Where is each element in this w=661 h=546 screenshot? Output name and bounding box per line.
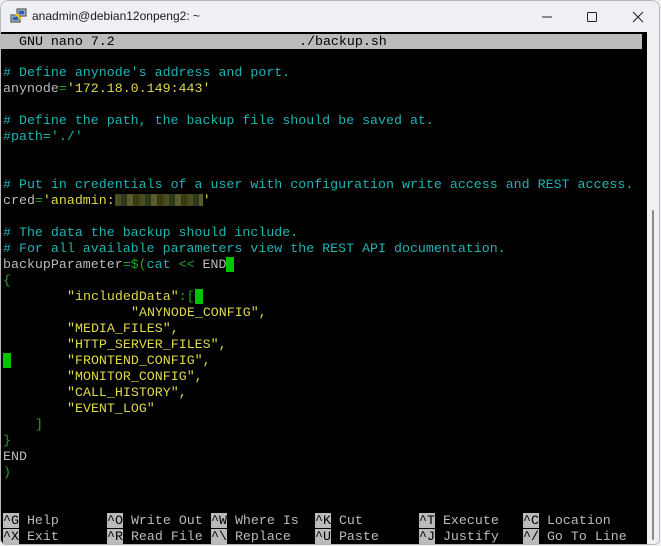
shortcut-key: ^O [107,513,123,528]
shortcut-cut[interactable]: ^K Cut [315,513,363,529]
shortcut-key: ^G [3,513,19,528]
string-value: ' [202,193,211,208]
minimize-icon [542,16,552,17]
code-line-comment: # The data the backup should include. [3,225,299,240]
whitespace-marker [3,353,11,368]
shortcut-help[interactable]: ^G Help [3,513,59,529]
shortcut-key: ^\ [211,529,227,544]
terminal-window: anadmin@debian12onpeng2: ~ GNU nano 7.2.… [0,0,660,545]
maximize-icon [587,11,597,22]
string-value: '172.18.0.149:443' [66,81,211,96]
json-key: "includedData" [67,289,179,304]
shortcut-replace[interactable]: ^\ Replace [211,529,291,544]
code-line-close-brace: } [3,433,11,448]
nano-version: GNU nano 7.2 [19,34,115,49]
list-item: "EVENT_LOG" [67,401,155,416]
string-value: 'anadmin: [42,193,115,208]
shortcut-label: Replace [234,529,291,544]
shortcut-where-is[interactable]: ^W Where Is [211,513,299,529]
shortcut-key: ^R [107,529,123,544]
code-line-open-brace: { [3,273,11,288]
shortcut-read-file[interactable]: ^R Read File [107,529,203,544]
code-line-close-paren: ) [3,465,11,480]
list-item: "MEDIA_FILES", [67,321,179,336]
shortcut-location[interactable]: ^C Location [523,513,611,529]
shortcut-key: ^K [315,513,331,528]
variable-name: cred [3,193,35,208]
code-line-included-data: "includedData":[ [67,289,203,305]
list-item: "FRONTEND_CONFIG", [67,353,211,368]
nano-filename: ./backup.sh [299,34,387,49]
shortcut-label: Cut [338,513,363,528]
code-line-end: END [3,449,27,464]
operator: =$( [122,257,147,272]
code-line-close-bracket: ] [35,417,43,432]
shortcut-label: Where Is [234,513,299,528]
putty-icon [10,8,27,23]
shortcut-label: Go To Line [546,529,627,544]
shortcut-label: Read File [130,529,203,544]
shortcut-key: ^/ [523,529,539,544]
terminal-area[interactable]: GNU nano 7.2 ./backup.sh # Define anynode… [1,32,647,544]
shortcut-write-out[interactable]: ^O Write Out [107,513,203,529]
redacted-password [114,194,203,207]
operator: = [34,193,43,208]
shortcut-paste[interactable]: ^U Paste [315,529,379,544]
shortcut-label: Exit [26,529,59,544]
shortcut-justify[interactable]: ^J Justify [419,529,499,544]
command: cat [146,257,171,272]
code-line-cred: cred='anadmin: ' [3,193,211,209]
operator: = [58,81,67,96]
close-icon [632,11,644,22]
shortcut-label: Help [26,513,59,528]
code-line-backup-parameter: backupParameter=$(cat << END [3,257,235,273]
scrollbar-thumb[interactable] [652,210,654,540]
heredoc-operator: << [170,257,203,272]
code-line-path: #path='./' [3,129,83,144]
variable-name: anynode [3,81,59,96]
list-item: "HTTP_SERVER_FILES", [67,337,227,352]
list-item: "CALL_HISTORY", [67,385,187,400]
shortcut-key: ^J [419,529,435,544]
shortcut-key: ^U [315,529,331,544]
shortcut-key: ^W [211,513,227,528]
window-title: anadmin@debian12onpeng2: ~ [32,9,200,23]
minimize-button[interactable] [524,1,570,32]
text-cursor [226,257,235,272]
code-line-anynode: anynode='172.18.0.149:443' [3,81,210,97]
title-bar[interactable]: anadmin@debian12onpeng2: ~ [1,1,659,32]
code-line-comment: # Put in credentials of a user with conf… [3,177,634,192]
bracket-match-highlight [194,289,203,304]
vertical-scrollbar[interactable] [647,32,659,544]
heredoc-marker: END [202,257,227,272]
code-line-comment: # Define the path, the backup file shoul… [3,113,434,128]
code-line-comment: # For all available parameters view the … [3,241,506,256]
list-item: "MONITOR_CONFIG", [67,369,203,384]
shortcut-label: Write Out [130,513,203,528]
shortcut-exit[interactable]: ^X Exit [3,529,59,544]
shortcut-key: ^X [3,529,19,544]
shortcut-label: Justify [442,529,499,544]
shortcut-label: Location [546,513,611,528]
shortcut-key: ^T [419,513,435,528]
shortcut-key: ^C [523,513,539,528]
code-line-comment: # Define anynode's address and port. [3,65,291,80]
shortcut-label: Execute [442,513,499,528]
nano-header: GNU nano 7.2 ./backup.sh [1,34,642,49]
variable-name: backupParameter [3,257,123,272]
maximize-button[interactable] [569,1,615,32]
shortcut-execute[interactable]: ^T Execute [419,513,499,529]
operator: :[ [178,289,195,304]
list-item: "ANYNODE_CONFIG", [131,305,267,320]
close-button[interactable] [615,1,659,32]
shortcut-go-to-line[interactable]: ^/ Go To Line [523,529,627,544]
shortcut-label: Paste [338,529,379,544]
